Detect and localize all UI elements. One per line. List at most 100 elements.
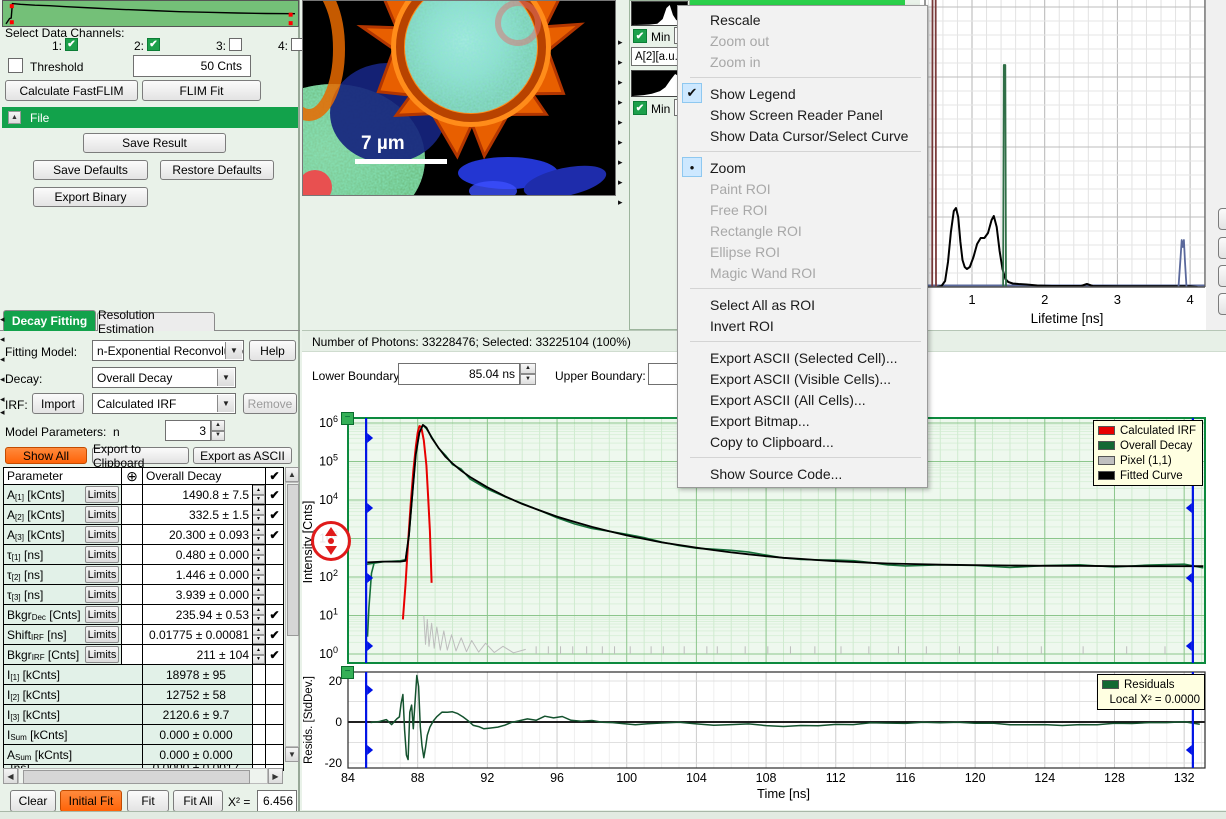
fit-checkbox[interactable]: ✔ [266, 605, 283, 624]
export-as-ascii-button[interactable]: Export as ASCII [193, 447, 292, 464]
fit-checkbox[interactable]: ✔ [266, 505, 283, 524]
flim-fit-button[interactable]: FLIM Fit [142, 80, 261, 101]
fit-all-button[interactable]: Fit All [173, 790, 223, 812]
restore-defaults-button[interactable]: Restore Defaults [160, 160, 274, 180]
table-row[interactable]: I[2] [kCnts]12752 ± 58 [4, 684, 283, 704]
menu-item-show-source-code[interactable]: Show Source Code... [678, 463, 927, 484]
menu-item-copy-to-clipboard[interactable]: Copy to Clipboard... [678, 431, 927, 452]
irf-dropdown[interactable]: Calculated IRF ▼ [92, 393, 236, 414]
value-spinner[interactable]: ▲▼ [253, 565, 265, 584]
help-button[interactable]: Help [249, 340, 296, 361]
fit-checkbox[interactable] [266, 585, 283, 604]
limits-button[interactable]: Limits [85, 506, 119, 523]
menu-item-rescale[interactable]: Rescale [678, 9, 927, 30]
collapse-arrow-icon[interactable]: ◂ [0, 375, 5, 384]
value-spinner[interactable]: ▲▼ [253, 545, 265, 564]
tab-resolution-estimation[interactable]: Resolution Estimation [97, 312, 215, 331]
side-button-2[interactable] [1218, 237, 1226, 259]
collapse-arrow-icon[interactable]: ▸ [618, 118, 623, 127]
fit-checkbox[interactable]: ✔ [266, 485, 283, 504]
collapse-arrow-icon[interactable]: ◂ [0, 408, 5, 417]
export-binary-button[interactable]: Export Binary [33, 187, 148, 207]
menu-item-show-screen-reader-panel[interactable]: Show Screen Reader Panel [678, 104, 927, 125]
globe-cell[interactable] [122, 645, 143, 664]
value-spinner[interactable]: ▲▼ [253, 525, 265, 544]
fit-button[interactable]: Fit [127, 790, 169, 812]
fit-checkbox[interactable] [266, 665, 283, 684]
chevron-down-icon[interactable]: ▼ [217, 395, 234, 412]
initial-fit-button[interactable]: Initial Fit [60, 790, 122, 812]
channel-3-checkbox[interactable] [229, 38, 242, 51]
table-row[interactable]: τ[1] [ns]Limits0.480 ± 0.000▲▼ [4, 544, 283, 564]
param-value[interactable]: 235.94 ± 0.53 [143, 605, 253, 624]
globe-cell[interactable] [122, 585, 143, 604]
save-defaults-button[interactable]: Save Defaults [33, 160, 148, 180]
fit-checkbox[interactable]: ✔ [266, 645, 283, 664]
menu-item-zoom[interactable]: •Zoom [678, 157, 927, 178]
limits-button[interactable]: Limits [85, 486, 119, 503]
n-value-field[interactable]: 3 [165, 420, 211, 441]
collapse-file-icon[interactable]: ▲ [8, 111, 21, 124]
table-row[interactable]: ISum [kCnts]0.000 ± 0.000 [4, 724, 283, 744]
collapse-arrow-icon[interactable]: ▸ [618, 78, 623, 87]
table-scroll-down[interactable]: ▼ [285, 747, 299, 762]
collapse-arrow-icon[interactable]: ◂ [0, 315, 5, 324]
export-to-clipboard-button[interactable]: Export to Clipboard [92, 447, 189, 464]
globe-cell[interactable] [122, 605, 143, 624]
menu-item-invert-roi[interactable]: Invert ROI [678, 315, 927, 336]
residuals-plot-handle[interactable]: − [341, 666, 354, 679]
table-row[interactable]: A[2] [kCnts]Limits332.5 ± 1.5▲▼✔ [4, 504, 283, 524]
table-row[interactable]: I[1] [kCnts]18978 ± 95 [4, 664, 283, 684]
fit-checkbox[interactable] [266, 725, 283, 744]
calculate-fastflim-button[interactable]: Calculate FastFLIM [5, 80, 138, 101]
clear-button[interactable]: Clear [10, 790, 56, 812]
value-spinner[interactable]: ▲▼ [253, 505, 265, 524]
collapse-arrow-icon[interactable]: ◂ [0, 395, 5, 404]
table-row[interactable]: τ[3] [ns]Limits3.939 ± 0.000▲▼ [4, 584, 283, 604]
collapse-arrow-icon[interactable]: ▸ [618, 98, 623, 107]
globe-cell[interactable] [122, 525, 143, 544]
lifetime-histogram-plot[interactable]: 1234Lifetime [ns] [920, 0, 1206, 330]
menu-item-export-ascii-visible-cells[interactable]: Export ASCII (Visible Cells)... [678, 368, 927, 389]
table-row[interactable]: A[1] [kCnts]Limits1490.8 ± 7.5▲▼✔ [4, 484, 283, 504]
table-scroll-right[interactable]: ▶ [268, 768, 283, 784]
channel-1-checkbox[interactable]: ✔ [65, 38, 78, 51]
collapse-arrow-icon[interactable]: ▸ [618, 38, 623, 47]
param-value[interactable]: 211 ± 104 [143, 645, 253, 664]
globe-cell[interactable] [122, 565, 143, 584]
threshold-value-field[interactable]: 50 Cnts [133, 55, 251, 77]
fit-checkbox[interactable] [266, 685, 283, 704]
limits-button[interactable]: Limits [85, 606, 119, 623]
limits-button[interactable]: Limits [85, 586, 119, 603]
limits-button[interactable]: Limits [85, 526, 119, 543]
file-section-header[interactable]: ▲ File [2, 107, 298, 128]
channel-2-checkbox[interactable]: ✔ [147, 38, 160, 51]
value-spinner[interactable]: ▲▼ [253, 605, 265, 624]
value-spinner[interactable]: ▲▼ [253, 625, 265, 644]
tab-decay-fitting[interactable]: Decay Fitting [3, 310, 96, 331]
channel2-min-checkbox[interactable]: ✔ [633, 101, 647, 115]
table-scrollbar-thumb[interactable] [287, 484, 299, 636]
table-row[interactable]: ShiftIRF [ns]Limits0.01775 ± 0.00081▲▼✔ [4, 624, 283, 644]
fitting-model-dropdown[interactable]: n-Exponential Reconvolution ▼ [92, 340, 244, 361]
table-scrollbar-track[interactable] [285, 482, 299, 747]
table-hscroll-track[interactable] [18, 768, 268, 784]
table-row[interactable]: τ[2] [ns]Limits1.446 ± 0.000▲▼ [4, 564, 283, 584]
side-button-4[interactable] [1218, 293, 1226, 315]
lifetime-histogram-panel[interactable]: 1234Lifetime [ns] [920, 0, 1206, 330]
globe-cell[interactable] [122, 485, 143, 504]
fit-checkbox[interactable] [266, 565, 283, 584]
globe-cell[interactable] [122, 545, 143, 564]
collapse-arrow-icon[interactable]: ▸ [618, 138, 623, 147]
show-all-button[interactable]: Show All [5, 447, 87, 464]
collapse-arrow-icon[interactable]: ▸ [618, 158, 623, 167]
table-row[interactable]: BkgrIRF [Cnts]Limits211 ± 104▲▼✔ [4, 644, 283, 664]
limits-button[interactable]: Limits [85, 626, 119, 643]
limits-button[interactable]: Limits [85, 566, 119, 583]
decay-dropdown[interactable]: Overall Decay ▼ [92, 367, 236, 388]
fit-checkbox[interactable]: ✔ [266, 525, 283, 544]
save-result-button[interactable]: Save Result [83, 133, 226, 153]
table-row[interactable]: I[3] [kCnts]2120.6 ± 9.7 [4, 704, 283, 724]
limits-button[interactable]: Limits [85, 546, 119, 563]
globe-cell[interactable] [122, 505, 143, 524]
